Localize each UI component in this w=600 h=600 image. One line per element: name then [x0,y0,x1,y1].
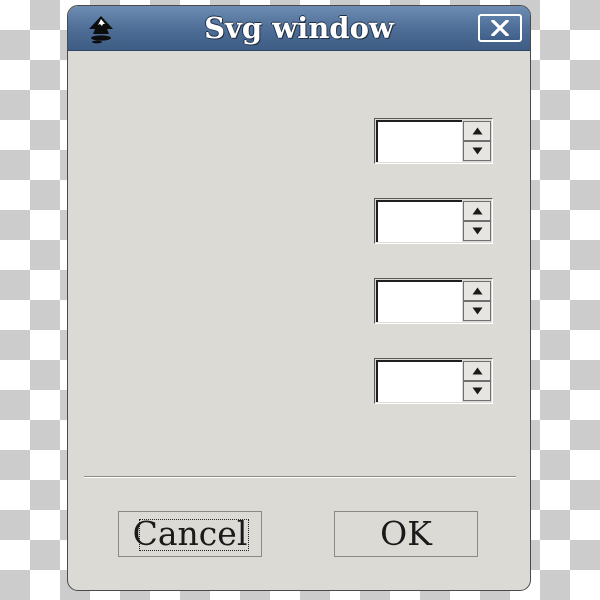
spin-button-2 [374,198,493,244]
ok-button-label: OK [380,514,432,553]
title-bar[interactable]: Svg window [68,6,530,51]
arrow-down-icon [472,147,483,155]
cancel-button-label: Cancel [132,514,248,553]
ok-button[interactable]: OK [334,511,478,557]
spin-button-3 [374,278,493,324]
dialog-window: Svg window Cancel OK [67,5,531,591]
arrow-up-icon [472,367,483,375]
button-separator [84,476,516,478]
close-icon [491,20,509,36]
spin-down-button-2[interactable] [463,221,491,241]
spin-down-button-4[interactable] [463,381,491,401]
spin-entry-4[interactable] [376,360,462,402]
arrow-down-icon [472,307,483,315]
arrow-down-icon [472,227,483,235]
spin-button-4 [374,358,493,404]
spin-down-button-3[interactable] [463,301,491,321]
spin-up-button-2[interactable] [463,201,491,221]
arrow-up-icon [472,207,483,215]
spin-entry-2[interactable] [376,200,462,242]
spin-button-1 [374,118,493,164]
arrow-up-icon [472,287,483,295]
close-button[interactable] [478,14,522,42]
spin-down-button-1[interactable] [463,141,491,161]
window-title: Svg window [204,11,394,45]
arrow-up-icon [472,127,483,135]
spin-up-button-1[interactable] [463,121,491,141]
spin-entry-1[interactable] [376,120,462,162]
spin-up-button-4[interactable] [463,361,491,381]
spin-up-button-3[interactable] [463,281,491,301]
arrow-down-icon [472,387,483,395]
cancel-button[interactable]: Cancel [118,511,262,557]
spin-entry-3[interactable] [376,280,462,322]
